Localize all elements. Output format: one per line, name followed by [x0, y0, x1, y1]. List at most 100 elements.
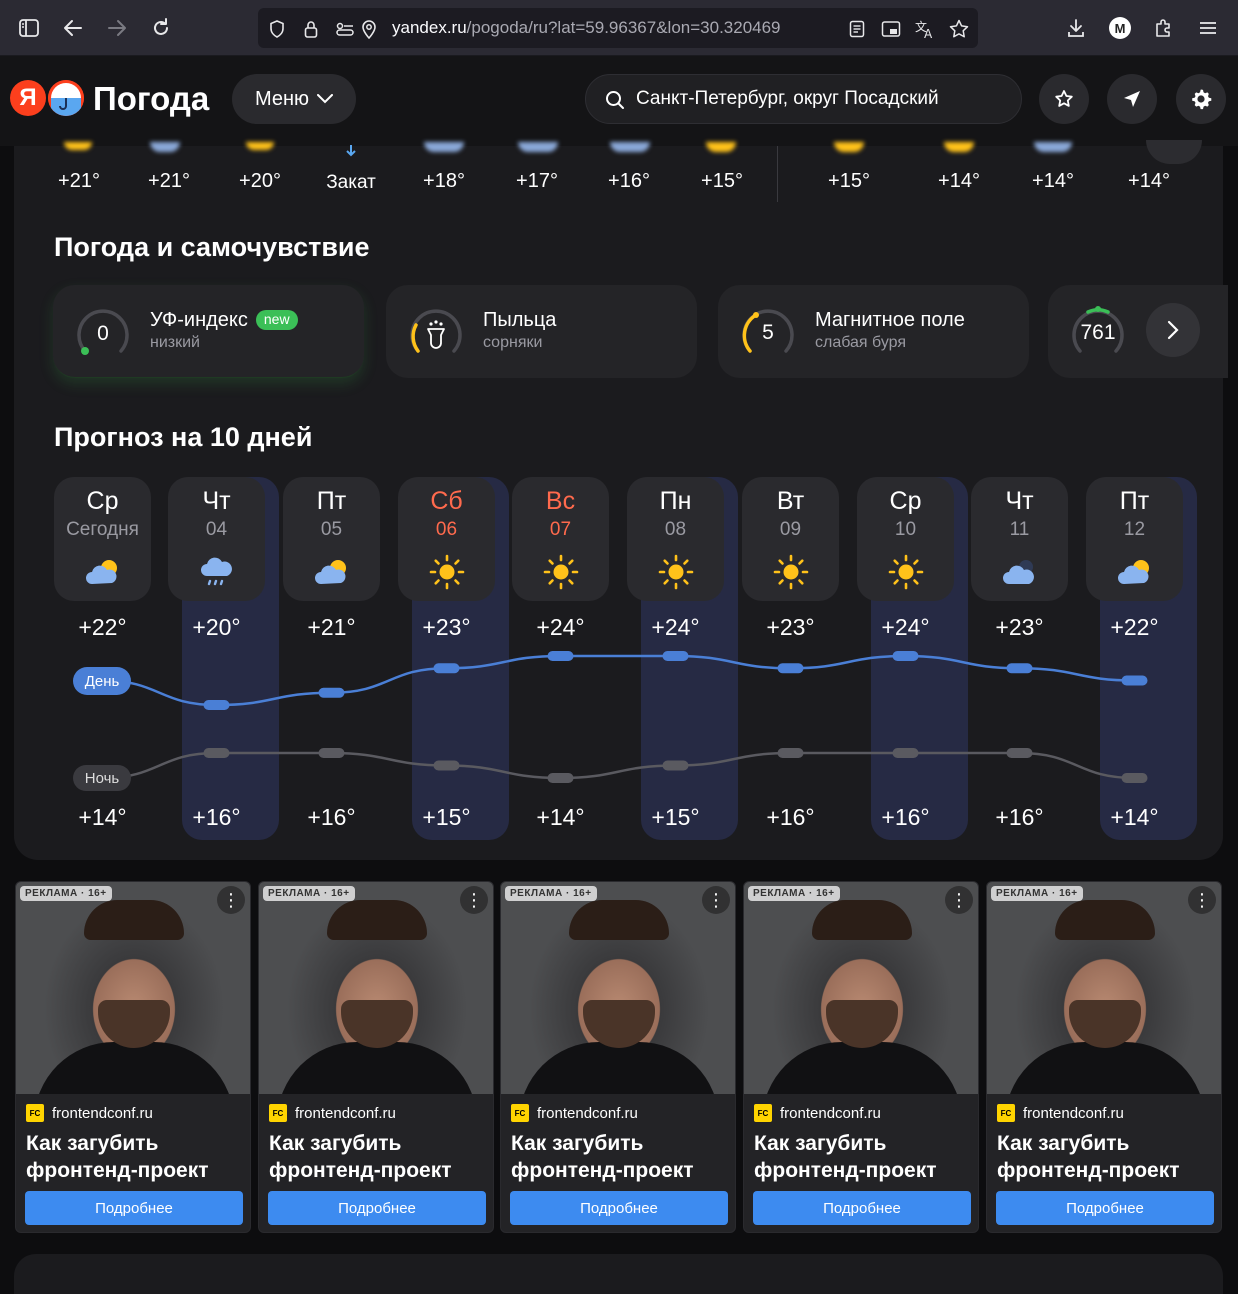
- ad-more-button[interactable]: Подробнее: [510, 1191, 728, 1225]
- translate-icon[interactable]: 文A: [914, 18, 936, 40]
- temperature-graph: [102, 651, 1148, 783]
- yandex-logo[interactable]: Я: [10, 80, 46, 116]
- day-label: День: [73, 667, 131, 695]
- sun-icon: [398, 554, 495, 590]
- browser-toolbar: yandex.ru/pogoda/ru?lat=59.96367&lon=30.…: [0, 0, 1238, 56]
- locate-me-button[interactable]: [1107, 74, 1157, 124]
- ad-title[interactable]: Как загубить фронтенд-проект: [269, 1130, 489, 1184]
- ad-more-button[interactable]: Подробнее: [996, 1191, 1214, 1225]
- chevron-down-icon: [317, 94, 334, 104]
- ad-source[interactable]: FC frontendconf.ru: [997, 1104, 1124, 1122]
- account-avatar[interactable]: M: [1109, 17, 1131, 39]
- partly-cloudy-icon: [1086, 554, 1183, 590]
- sidebar-toggle-icon[interactable]: [15, 14, 43, 42]
- ad-photo[interactable]: [744, 882, 978, 1094]
- location-pin-icon[interactable]: [358, 18, 380, 40]
- ad-card[interactable]: РЕКЛАМА · 16+ ⋮ FC frontendconf.ru Как з…: [743, 881, 979, 1233]
- forecast-day-name: Чт: [202, 487, 231, 515]
- forecast-day-min: +16°: [995, 804, 1044, 830]
- permissions-icon[interactable]: [334, 18, 356, 40]
- forecast-day-max: +24°: [881, 614, 930, 640]
- ad-card[interactable]: РЕКЛАМА · 16+ ⋮ FC frontendconf.ru Как з…: [986, 881, 1222, 1233]
- sun-icon: [857, 554, 954, 590]
- extensions-puzzle-icon[interactable]: [1150, 14, 1178, 42]
- ad-card[interactable]: РЕКЛАМА · 16+ ⋮ FC frontendconf.ru Как з…: [15, 881, 251, 1233]
- uv-value: 0: [97, 322, 109, 345]
- ad-source[interactable]: FC frontendconf.ru: [511, 1104, 638, 1122]
- ad-photo-hair: [1055, 900, 1155, 940]
- favorite-button[interactable]: [1039, 74, 1089, 124]
- ad-title[interactable]: Как загубить фронтенд-проект: [26, 1130, 246, 1184]
- next-section-card: [14, 1254, 1223, 1294]
- magnetic-field-card[interactable]: 5 Магнитное поле слабая буря: [718, 285, 1029, 378]
- ad-photo[interactable]: [987, 882, 1221, 1094]
- reader-view-icon[interactable]: [846, 18, 868, 40]
- lock-icon[interactable]: [300, 18, 322, 40]
- hourly-temp: +17°: [516, 170, 558, 192]
- rain-cloud-icon: [168, 554, 265, 590]
- wellbeing-next-button[interactable]: [1146, 303, 1200, 357]
- settings-button[interactable]: [1176, 74, 1226, 124]
- ad-more-button[interactable]: Подробнее: [268, 1191, 486, 1225]
- weather-logo-text[interactable]: Погода: [93, 80, 209, 118]
- ad-title[interactable]: Как загубить фронтенд-проект: [997, 1130, 1217, 1184]
- cloud-icon: [518, 142, 558, 152]
- back-arrow-icon[interactable]: [59, 14, 87, 42]
- pressure-card[interactable]: 761: [1048, 285, 1228, 378]
- more-options-icon[interactable]: ⋮: [945, 886, 973, 914]
- downloads-icon[interactable]: [1062, 14, 1090, 42]
- more-options-icon[interactable]: ⋮: [702, 886, 730, 914]
- day-temp-point: [203, 700, 230, 710]
- forecast-day-date: 07: [549, 519, 572, 540]
- forecast-day-name: Вс: [545, 487, 576, 515]
- menu-button[interactable]: Меню: [232, 74, 356, 124]
- hourly-sunset-label: Закат: [326, 172, 376, 193]
- hamburger-menu-icon[interactable]: [1194, 14, 1222, 42]
- hourly-temp: +21°: [148, 170, 190, 192]
- search-input[interactable]: Санкт-Петербург, округ Посадский: [636, 88, 939, 110]
- forecast-day-min: +15°: [422, 804, 471, 830]
- shield-icon[interactable]: [266, 18, 288, 40]
- ad-source[interactable]: FC frontendconf.ru: [754, 1104, 881, 1122]
- forecast-day-name: Сб: [430, 487, 463, 515]
- frontendconf-logo-icon: FC: [26, 1104, 44, 1122]
- more-options-icon[interactable]: ⋮: [1188, 886, 1216, 914]
- sun-icon: [246, 142, 274, 150]
- umbrella-logo-icon[interactable]: [48, 80, 84, 116]
- bookmark-star-icon[interactable]: [948, 18, 970, 40]
- ad-photo[interactable]: [16, 882, 250, 1094]
- more-options-icon[interactable]: ⋮: [217, 886, 245, 914]
- ad-title[interactable]: Как загубить фронтенд-проект: [754, 1130, 974, 1184]
- hourly-temp: +14°: [1032, 170, 1074, 192]
- ad-more-button[interactable]: Подробнее: [25, 1191, 243, 1225]
- picture-in-picture-icon[interactable]: [880, 18, 902, 40]
- forecast-day-date: 11: [1009, 519, 1030, 540]
- reload-icon[interactable]: [147, 14, 175, 42]
- pollen-card[interactable]: Пыльца сорняки: [386, 285, 697, 378]
- ad-photo[interactable]: [501, 882, 735, 1094]
- ad-more-button[interactable]: Подробнее: [753, 1191, 971, 1225]
- ad-source[interactable]: FC frontendconf.ru: [26, 1104, 153, 1122]
- wellbeing-title: Погода и самочувствие: [54, 232, 370, 262]
- ad-card[interactable]: РЕКЛАМА · 16+ ⋮ FC frontendconf.ru Как з…: [258, 881, 494, 1233]
- day-temp-point: [892, 651, 919, 661]
- hourly-temp: +18°: [423, 170, 465, 192]
- forecast-day-name: Ср: [86, 487, 119, 515]
- forward-arrow-icon[interactable]: [103, 14, 131, 42]
- address-bar[interactable]: yandex.ru/pogoda/ru?lat=59.96367&lon=30.…: [258, 8, 978, 48]
- ad-photo[interactable]: [259, 882, 493, 1094]
- sun-icon: [742, 554, 839, 590]
- ad-source[interactable]: FC frontendconf.ru: [269, 1104, 396, 1122]
- url-text[interactable]: yandex.ru/pogoda/ru?lat=59.96367&lon=30.…: [392, 18, 781, 38]
- ad-photo-shirt: [1005, 1042, 1205, 1094]
- cloud-icon: [1034, 142, 1072, 152]
- night-temp-point: [203, 748, 230, 758]
- ad-card[interactable]: РЕКЛАМА · 16+ ⋮ FC frontendconf.ru Как з…: [500, 881, 736, 1233]
- uv-index-card[interactable]: 0 УФ-индекс new низкий: [53, 285, 364, 378]
- ad-title[interactable]: Как загубить фронтенд-проект: [511, 1130, 731, 1184]
- ad-photo-hair: [812, 900, 912, 940]
- city-search[interactable]: Санкт-Петербург, округ Посадский: [585, 74, 1022, 124]
- forecast-day-min: +16°: [766, 804, 815, 830]
- forecast-day-min: +16°: [192, 804, 241, 830]
- more-options-icon[interactable]: ⋮: [460, 886, 488, 914]
